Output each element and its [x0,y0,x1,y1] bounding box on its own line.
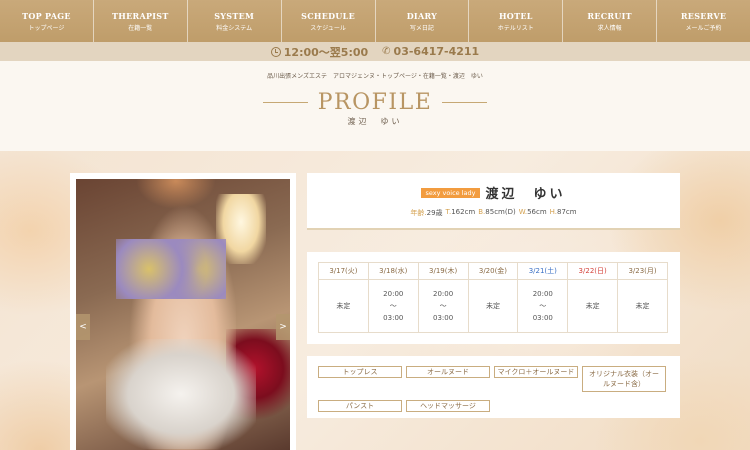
schedule-date: 3/21(土) [517,262,569,280]
option-tag: ヘッドマッサージ [406,400,490,412]
schedule-header-row: 3/17(火) 3/18(水) 3/19(木) 3/20(金) 3/21(土) 3/22(… [318,262,668,280]
options-card: トップレス オールヌード マイクロ＋オールヌード オリジナル衣装（オールヌード含） パン… [307,356,680,418]
name-row: sexy voice lady 渡辺 ゆい [307,183,680,202]
photo-next-button[interactable]: > [276,314,290,340]
nav-item-label: TOP PAGE [22,10,71,21]
schedule-date: 3/23(月) [617,262,668,280]
phone-number[interactable]: ✆ 03-6417-4211 [382,45,479,58]
profile-stats: 年齢.29歳 T.162cm B.85cm(D) W.56cm H.87cm [307,208,680,218]
schedule-date: 3/17(火) [318,262,369,280]
nav-item-top-page[interactable]: TOP PAGE トップページ [0,0,94,42]
schedule-cell: 未定 [467,279,519,333]
nav-item-schedule[interactable]: SCHEDULE スケジュール [282,0,376,42]
photo-hair [136,179,216,209]
nav-item-label: SYSTEM [214,10,255,21]
nav-item-sublabel: 料金システム [216,24,253,32]
option-tag: パンスト [318,400,402,412]
nav-item-label: HOTEL [498,10,533,21]
age-stat: 年齢.29歳 [410,208,442,218]
nav-item-label: THERAPIST [111,10,169,21]
hip-stat: H.87cm [550,208,577,218]
type-badge: sexy voice lady [421,187,480,198]
profile-photo: < > [76,179,290,450]
option-tags: トップレス オールヌード マイクロ＋オールヌード オリジナル衣装（オールヌード含） パン… [318,366,669,412]
phone-text[interactable]: 03-6417-4211 [394,45,480,58]
age-value: 29歳 [426,209,443,217]
therapist-name: 渡辺 ゆい [485,187,566,202]
waist-stat: W.56cm [519,208,547,218]
global-nav: TOP PAGE トップページ THERAPIST 在籍一覧 SYSTEM 料金システム S… [0,0,750,42]
schedule-cell: 未定 [617,279,668,333]
schedule-row: 未定 20:00 ～ 03:00 20:00 ～ 03:00 未定 20:00 ～ 03… [318,279,668,333]
page-subtitle: 渡辺 ゆい [347,117,403,126]
schedule-cell: 20:00 ～ 03:00 [517,279,569,333]
waist-label: W. [518,208,528,216]
hours-bar: 12:00～翌5:00 ✆ 03-6417-4211 [0,42,750,61]
title-divider-left [262,102,308,103]
nav-item-sublabel: 写メ日記 [409,24,434,32]
schedule-date: 3/22(日) [567,262,619,280]
nav-item-sublabel: 在籍一覧 [128,24,153,32]
hip-label: H. [549,208,558,216]
photo-prev-button[interactable]: < [76,314,90,340]
nav-item-reserve[interactable]: RESERVE メールご予約 [657,0,750,42]
schedule-card: 3/17(火) 3/18(水) 3/19(木) 3/20(金) 3/21(土) 3/22(… [307,252,680,344]
schedule-date: 3/20(金) [467,262,519,280]
nav-item-sublabel: スケジュール [310,24,346,32]
option-tag: トップレス [318,366,402,378]
waist-value: 56cm [527,208,547,216]
schedule-date: 3/18(水) [367,262,419,280]
nav-item-sublabel: トップページ [28,24,65,32]
bust-value: 85cm(D) [485,208,516,216]
option-tag: オールヌード [406,366,490,378]
age-label: 年齢. [410,209,427,217]
nav-item-sublabel: メールご予約 [685,24,722,32]
profile-card: sexy voice lady 渡辺 ゆい 年齢.29歳 T.162cm B.8… [307,173,680,230]
height-value: 162cm [451,208,476,216]
nav-item-therapist[interactable]: THERAPIST 在籍一覧 [94,0,188,42]
nav-item-label: RECRUIT [587,10,632,21]
title-divider-right [442,102,488,103]
nav-item-sublabel: ホテルリスト [497,24,534,32]
schedule-cell: 20:00 ～ 03:00 [417,279,469,333]
option-tag: オリジナル衣装（オールヌード含） [582,366,666,392]
option-tag: マイクロ＋オールヌード [494,366,578,378]
nav-item-hotel[interactable]: HOTEL ホテルリスト [469,0,564,42]
hours-text: 12:00～翌5:00 [283,45,369,59]
schedule-table: 3/17(火) 3/18(水) 3/19(木) 3/20(金) 3/21(土) 3/22(… [318,262,668,333]
nav-item-sublabel: 求人情報 [597,24,622,32]
nav-item-diary[interactable]: DIARY 写メ日記 [376,0,470,42]
nav-item-label: SCHEDULE [301,10,355,21]
schedule-date: 3/19(木) [417,262,469,280]
height-stat: T.162cm [446,208,476,218]
title-row: PROFILE [0,90,750,115]
nav-item-label: DIARY [406,10,438,21]
photo-lingerie [116,239,226,299]
schedule-cell: 未定 [567,279,619,333]
business-hours: 12:00～翌5:00 [270,44,369,60]
nav-item-system[interactable]: SYSTEM 料金システム [188,0,282,42]
hip-value: 87cm [557,208,577,216]
schedule-cell: 20:00 ～ 03:00 [367,279,419,333]
nav-item-recruit[interactable]: RECRUIT 求人情報 [563,0,658,42]
phone-icon: ✆ [382,46,391,57]
profile-photo-frame: < > [70,173,296,450]
schedule-cell: 未定 [318,279,369,333]
nav-item-label: RESERVE [680,10,727,21]
page-header: 品川出張メンズエステ アロマジェンヌ・トップページ・在籍一覧・渡辺 ゆい PRO… [0,61,750,151]
page-title: PROFILE [317,90,433,115]
bust-stat: B.85cm(D) [478,208,515,218]
breadcrumb[interactable]: 品川出張メンズエステ アロマジェンヌ・トップページ・在籍一覧・渡辺 ゆい [0,71,750,80]
photo-stockings [106,339,256,449]
clock-icon [270,46,281,57]
